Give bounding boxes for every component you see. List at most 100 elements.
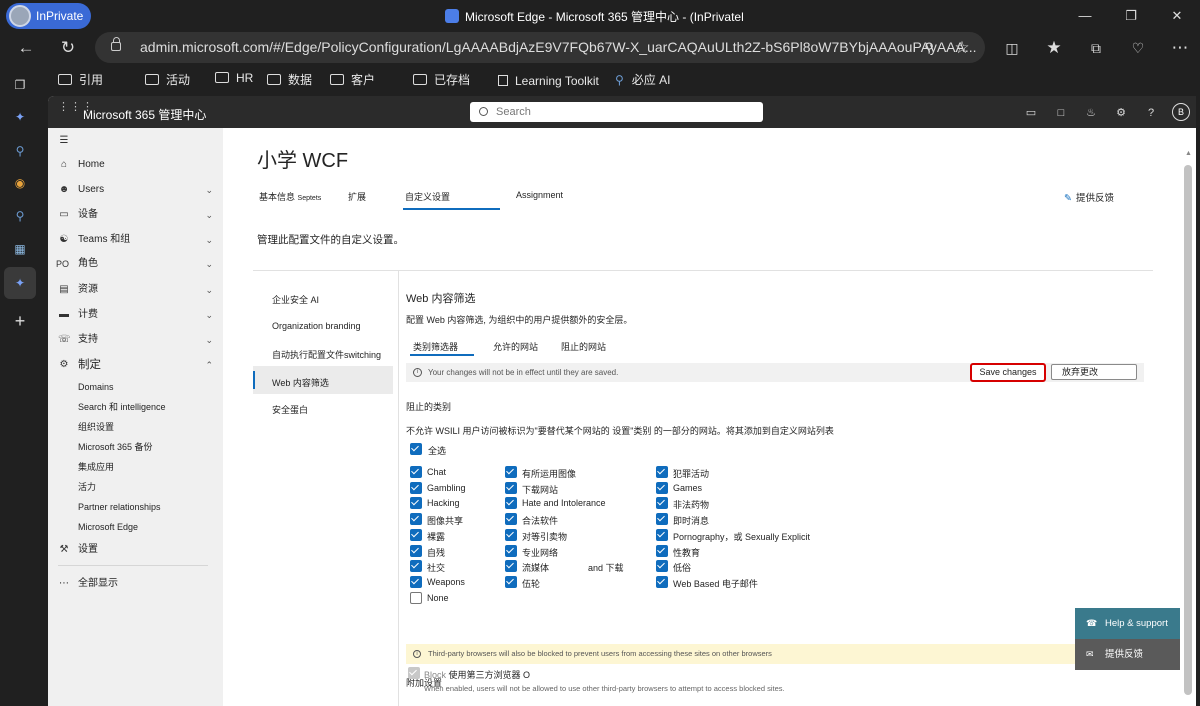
category-checkbox[interactable] — [505, 560, 517, 573]
category-checkbox[interactable] — [656, 497, 668, 510]
health-icon[interactable]: ♡ — [1124, 34, 1152, 62]
discard-changes-button[interactable]: 放弃更改 — [1051, 364, 1137, 380]
sidebar-sub-search[interactable]: Search 和 intelligence — [48, 398, 223, 416]
sidebar-sub-org-settings[interactable]: 组织设置 — [48, 418, 223, 436]
inprivate-badge[interactable]: InPrivate — [6, 3, 91, 29]
collections-icon[interactable]: ⧉ — [1082, 34, 1110, 62]
search-tab-icon[interactable]: ⚲ — [11, 142, 29, 160]
select-all-checkbox[interactable] — [410, 443, 422, 455]
admin-tab-icon[interactable]: ✦ — [11, 108, 29, 126]
subtab-blocked-sites[interactable]: 阻止的网站 — [561, 340, 606, 353]
category-checkbox[interactable] — [410, 497, 422, 510]
sidebar-show-all[interactable]: ⋯ 全部显示 — [48, 573, 223, 595]
category-checkbox[interactable] — [656, 528, 668, 541]
more-menu-icon[interactable]: ⋯ — [1166, 34, 1194, 62]
sidebar-sub-edge[interactable]: Microsoft Edge — [48, 518, 223, 536]
fav-learning-toolkit[interactable]: Learning Toolkit — [498, 74, 599, 88]
favorites-icon[interactable]: ★ — [1040, 34, 1068, 62]
google-tab-icon[interactable]: ◉ — [11, 174, 29, 192]
minimize-button[interactable]: — — [1062, 0, 1108, 32]
category-checkbox[interactable] — [410, 575, 422, 588]
close-button[interactable]: ✕ — [1154, 0, 1200, 32]
search-input[interactable]: Search — [470, 102, 763, 122]
save-changes-button[interactable]: Save changes — [970, 363, 1046, 382]
favorite-star-icon[interactable]: ☆ — [948, 34, 976, 62]
sidebar-sub-partners[interactable]: Partner relationships — [48, 498, 223, 516]
page-scrollbar[interactable] — [1184, 165, 1192, 695]
bell-icon[interactable]: ♨ — [1084, 106, 1098, 120]
fav-folder-5[interactable]: 客户 — [330, 71, 375, 88]
category-checkbox[interactable] — [656, 544, 668, 557]
sidebar-item-users[interactable]: ☻ Users ⌄ — [48, 179, 223, 201]
fav-folder-3[interactable]: HR — [215, 71, 253, 85]
tab-assignment[interactable]: Assignment — [516, 190, 563, 200]
tab-basics[interactable]: 基本信息 Septets — [259, 190, 321, 203]
help-support-button[interactable]: ☎ Help & support — [1075, 608, 1180, 639]
sidebar-item-support[interactable]: ☏ 支持 ⌄ — [48, 329, 223, 351]
category-checkbox[interactable] — [410, 466, 422, 478]
tab-extensions[interactable]: 扩展 — [348, 190, 366, 203]
fav-folder-6[interactable]: 已存档 — [413, 71, 470, 88]
category-checkbox[interactable] — [410, 544, 422, 557]
scroll-up-icon[interactable]: ▲ — [1185, 150, 1192, 157]
sidebar-item-home[interactable]: ⌂ Home — [48, 154, 223, 176]
category-checkbox[interactable] — [505, 513, 517, 526]
new-tab-icon[interactable]: + — [11, 312, 29, 330]
help-feedback-button[interactable]: ✉ 提供反馈 — [1075, 639, 1180, 670]
category-checkbox[interactable] — [505, 481, 517, 494]
category-checkbox[interactable] — [656, 481, 668, 494]
app-launcher-icon[interactable]: ⋮⋮⋮ — [58, 102, 93, 119]
subtab-category-filter[interactable]: 类别筛选器 — [413, 340, 458, 353]
active-admin-tab-icon[interactable]: ✦ — [11, 274, 29, 292]
category-checkbox[interactable] — [505, 575, 517, 588]
sidebar-item-billing[interactable]: ▬ 计费 ⌄ — [48, 304, 223, 326]
category-checkbox[interactable] — [410, 560, 422, 573]
back-button[interactable]: ← — [12, 34, 40, 62]
refresh-button[interactable]: ↻ — [54, 34, 82, 62]
sidebar-item-teams[interactable]: ☯ Teams 和组 ⌄ — [48, 229, 223, 251]
left-nav-branding[interactable]: Organization branding — [272, 321, 361, 331]
category-checkbox[interactable] — [410, 481, 422, 494]
help-icon[interactable]: ? — [1144, 106, 1158, 120]
document-icon[interactable]: □ — [1054, 106, 1068, 120]
left-nav-web-filtering[interactable]: Web 内容筛选 — [272, 376, 329, 389]
left-nav-profile-switching[interactable]: 自动执行配置文件switching — [272, 348, 381, 361]
sidebar-sub-integrated-apps[interactable]: 集成应用 — [48, 458, 223, 476]
split-screen-icon[interactable]: ◫ — [998, 34, 1026, 62]
sidebar-sub-viva[interactable]: 活力 — [48, 478, 223, 496]
hamburger-menu[interactable]: ☰ — [48, 130, 223, 152]
category-checkbox[interactable] — [656, 466, 668, 478]
maximize-button[interactable]: ❐ — [1108, 0, 1154, 32]
zoom-icon[interactable]: ⚲ — [915, 34, 943, 62]
category-checkbox[interactable] — [410, 513, 422, 526]
block-third-party-checkbox[interactable] — [408, 667, 420, 679]
sidebar-sub-backup[interactable]: Microsoft 365 备份 — [48, 438, 223, 456]
category-checkbox[interactable] — [505, 544, 517, 557]
sidebar-item-devices[interactable]: ▭ 设备 ⌄ — [48, 204, 223, 226]
search-tab-icon-2[interactable]: ⚲ — [11, 207, 29, 225]
fav-folder-2[interactable]: 活动 — [145, 71, 190, 88]
left-nav-enterprise-ai[interactable]: 企业安全 AI — [272, 293, 319, 306]
subtab-allowed-sites[interactable]: 允许的网站 — [493, 340, 538, 353]
category-checkbox[interactable] — [505, 528, 517, 541]
sidebar-item-resources[interactable]: ▤ 资源 ⌄ — [48, 279, 223, 301]
sidebar-sub-domains[interactable]: Domains — [48, 378, 223, 396]
address-bar[interactable]: admin.microsoft.com/#/Edge/PolicyConfigu… — [95, 32, 985, 63]
category-checkbox[interactable] — [656, 513, 668, 526]
tab-actions-icon[interactable]: ❐ — [11, 76, 29, 94]
fav-folder-1[interactable]: 引用 — [58, 71, 103, 88]
left-nav-security[interactable]: 安全蛋白 — [272, 403, 308, 416]
category-checkbox[interactable] — [656, 560, 668, 573]
fav-bing-ai[interactable]: ⚲ 必应 AI — [615, 71, 670, 88]
category-checkbox[interactable] — [656, 575, 668, 588]
tab-custom-settings[interactable]: 自定义设置 — [405, 190, 450, 203]
category-checkbox[interactable] — [410, 591, 422, 604]
sidebar-item-settings[interactable]: ⚒ 设置 — [48, 539, 223, 561]
feedback-button[interactable]: ✎ 提供反馈 — [1064, 190, 1114, 204]
sidebar-item-setup[interactable]: ⚙ 制定 ⌃ — [48, 354, 223, 376]
category-checkbox[interactable] — [505, 466, 517, 478]
gear-icon[interactable]: ⚙ — [1114, 106, 1128, 120]
category-checkbox[interactable] — [410, 528, 422, 541]
image-tab-icon[interactable]: ▦ — [11, 240, 29, 258]
sidebar-item-roles[interactable]: PO 角色 ⌄ — [48, 253, 223, 275]
